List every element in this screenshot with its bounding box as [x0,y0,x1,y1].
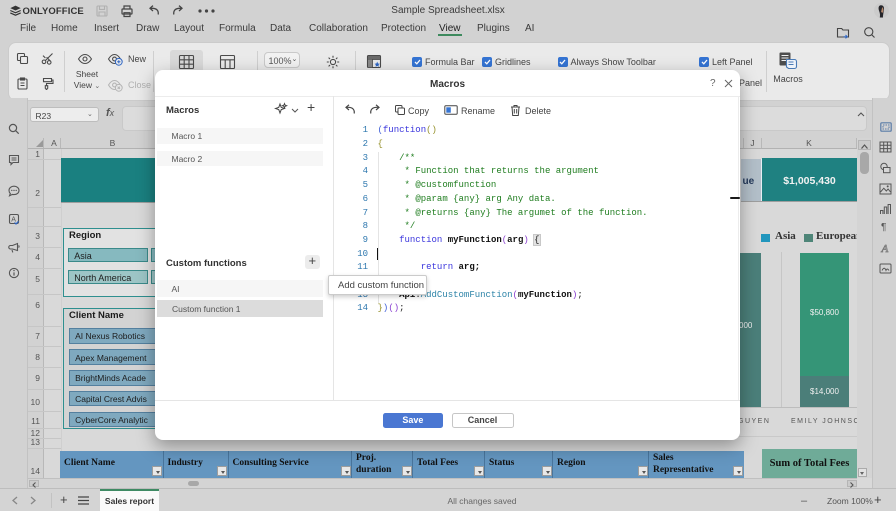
svg-text:A: A [881,243,889,254]
svg-text:A: A [11,216,16,223]
